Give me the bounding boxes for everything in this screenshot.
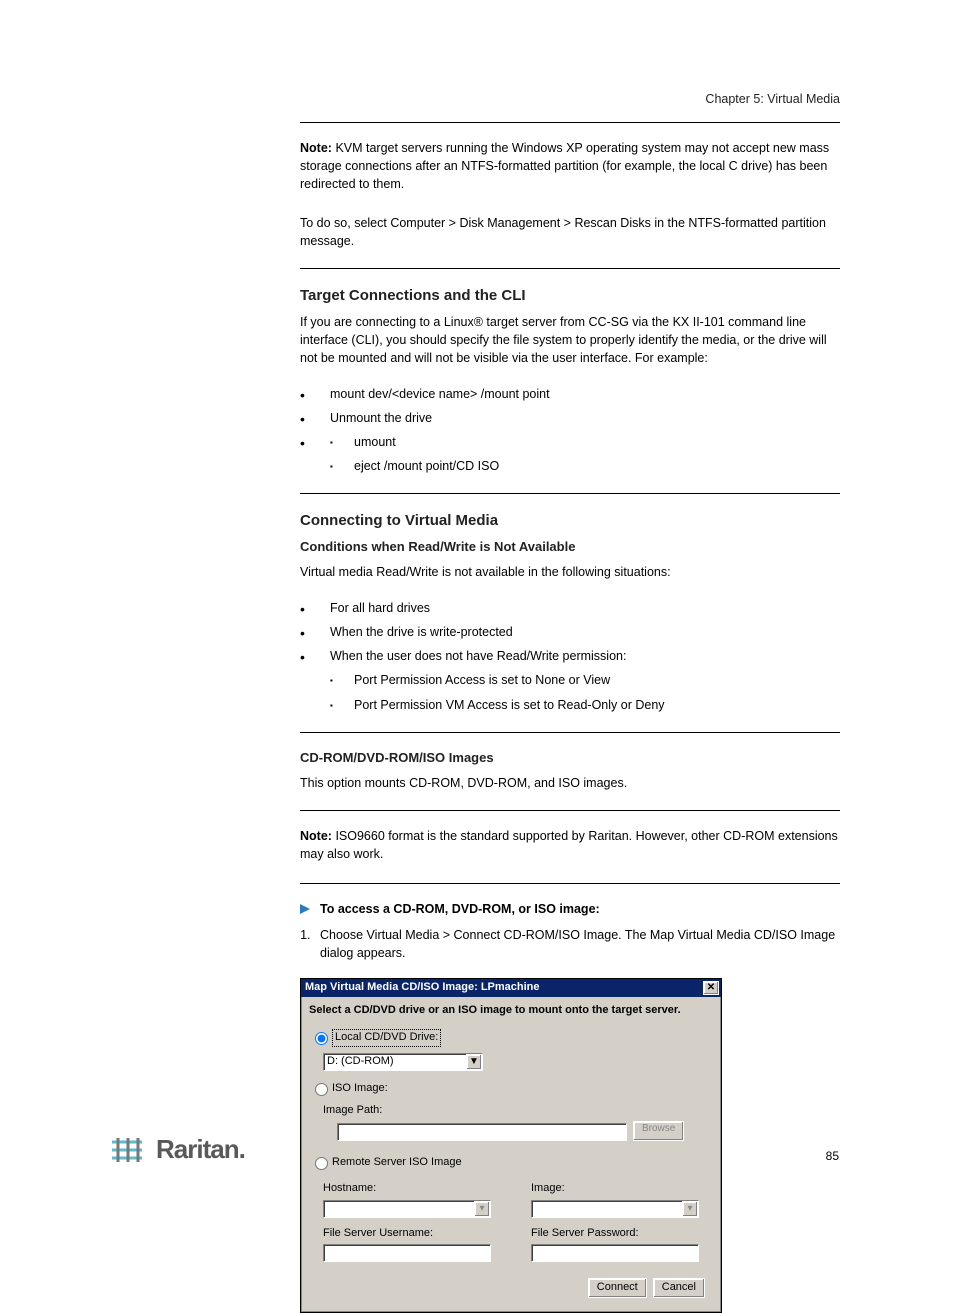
conditions-list: For all hard drives When the drive is wr…	[300, 599, 840, 714]
list-item: mount dev/<device name> /mount point	[300, 385, 840, 403]
list-item-text: When the user does not have Read/Write p…	[330, 649, 626, 663]
section-heading-connecting-vm: Connecting to Virtual Media	[300, 510, 840, 532]
chapter-reference: Chapter 5: Virtual Media	[300, 90, 840, 108]
fs-username-label: File Server Username:	[323, 1226, 491, 1242]
note-label: Note:	[300, 829, 332, 843]
radio-remote-input[interactable]	[315, 1157, 328, 1170]
command-sublist: umount eject /mount point/CD ISO	[330, 433, 840, 475]
close-button[interactable]: ✕	[703, 981, 719, 995]
divider	[300, 732, 840, 733]
vm-dialog: Map Virtual Media CD/ISO Image: LPmachin…	[300, 978, 722, 1313]
fs-password-input[interactable]	[531, 1244, 699, 1262]
play-icon	[300, 904, 310, 914]
dialog-prompt: Select a CD/DVD drive or an ISO image to…	[309, 1003, 713, 1019]
hostname-select[interactable]: ▾	[323, 1200, 491, 1218]
radio-iso-input[interactable]	[315, 1083, 328, 1096]
procedure-head: To access a CD-ROM, DVD-ROM, or ISO imag…	[300, 900, 840, 918]
command-list: mount dev/<device name> /mount point Unm…	[300, 385, 840, 476]
cdrom-intro: This option mounts CD-ROM, DVD-ROM, and …	[300, 774, 840, 792]
list-item: umount	[330, 433, 840, 451]
section-subheading-conditions: Conditions when Read/Write is Not Availa…	[300, 538, 840, 557]
raritan-mark-icon	[110, 1136, 148, 1164]
note-label: Note:	[300, 141, 332, 155]
chevron-down-icon[interactable]: ▼	[466, 1054, 482, 1070]
divider	[300, 883, 840, 884]
image-select[interactable]: ▾	[531, 1200, 699, 1218]
note-text: KVM target servers running the Windows X…	[300, 141, 829, 191]
list-item: Port Permission Access is set to None or…	[330, 671, 840, 689]
hostname-label: Hostname:	[323, 1181, 491, 1197]
brand-logo: Raritan.	[110, 1134, 245, 1165]
cond-intro: Virtual media Read/Write is not availabl…	[300, 563, 840, 581]
image-path-input[interactable]	[337, 1123, 627, 1141]
radio-iso-label: ISO Image:	[332, 1081, 388, 1097]
divider	[300, 268, 840, 269]
page-number: 85	[826, 1149, 839, 1163]
radio-remote-iso[interactable]: Remote Server ISO Image	[315, 1155, 713, 1171]
disconnect-tip: To do so, select Computer > Disk Managem…	[300, 214, 840, 250]
radio-local-label: Local CD/DVD Drive:	[332, 1029, 441, 1047]
dialog-titlebar[interactable]: Map Virtual Media CD/ISO Image: LPmachin…	[301, 979, 721, 997]
radio-remote-label: Remote Server ISO Image	[332, 1155, 462, 1171]
section-heading-cdrom: CD-ROM/DVD-ROM/ISO Images	[300, 749, 840, 768]
note-block: Note: KVM target servers running the Win…	[300, 139, 840, 193]
image-label: Image:	[531, 1181, 711, 1197]
fs-password-label: File Server Password:	[531, 1226, 711, 1242]
radio-iso-image[interactable]: ISO Image:	[315, 1081, 713, 1097]
list-item: umount eject /mount point/CD ISO	[300, 433, 840, 475]
note-text: ISO9660 format is the standard supported…	[300, 829, 838, 861]
list-item: eject /mount point/CD ISO	[330, 457, 840, 475]
cancel-button[interactable]: Cancel	[653, 1278, 705, 1298]
fs-username-input[interactable]	[323, 1244, 491, 1262]
list-item: When the user does not have Read/Write p…	[300, 647, 840, 713]
divider	[300, 122, 840, 123]
list-item: Unmount the drive	[300, 409, 840, 427]
radio-local-input[interactable]	[315, 1032, 328, 1045]
local-drive-value: D: (CD-ROM)	[327, 1054, 394, 1070]
brand-name: Raritan.	[156, 1134, 245, 1165]
divider	[300, 493, 840, 494]
connect-button[interactable]: Connect	[588, 1278, 647, 1298]
list-item: For all hard drives	[300, 599, 840, 617]
image-path-label: Image Path:	[323, 1103, 713, 1119]
procedure-title: To access a CD-ROM, DVD-ROM, or ISO imag…	[320, 900, 600, 918]
dialog-title-text: Map Virtual Media CD/ISO Image: LPmachin…	[305, 980, 540, 996]
conditions-sublist: Port Permission Access is set to None or…	[330, 671, 840, 713]
cdrom-note: Note: ISO9660 format is the standard sup…	[300, 827, 840, 863]
list-item: When the drive is write-protected	[300, 623, 840, 641]
list-item: Port Permission VM Access is set to Read…	[330, 696, 840, 714]
section-heading-target-connections: Target Connections and the CLI	[300, 285, 840, 307]
procedure-steps: Choose Virtual Media > Connect CD-ROM/IS…	[300, 926, 840, 962]
radio-local-drive[interactable]: Local CD/DVD Drive:	[315, 1029, 713, 1047]
divider	[300, 810, 840, 811]
browse-button[interactable]: Browse	[633, 1121, 684, 1141]
step-item: Choose Virtual Media > Connect CD-ROM/IS…	[314, 926, 840, 962]
tc-intro: If you are connecting to a Linux® target…	[300, 313, 840, 367]
local-drive-select[interactable]: D: (CD-ROM) ▼	[323, 1053, 483, 1071]
chevron-down-icon[interactable]: ▾	[682, 1201, 698, 1217]
chevron-down-icon[interactable]: ▾	[474, 1201, 490, 1217]
